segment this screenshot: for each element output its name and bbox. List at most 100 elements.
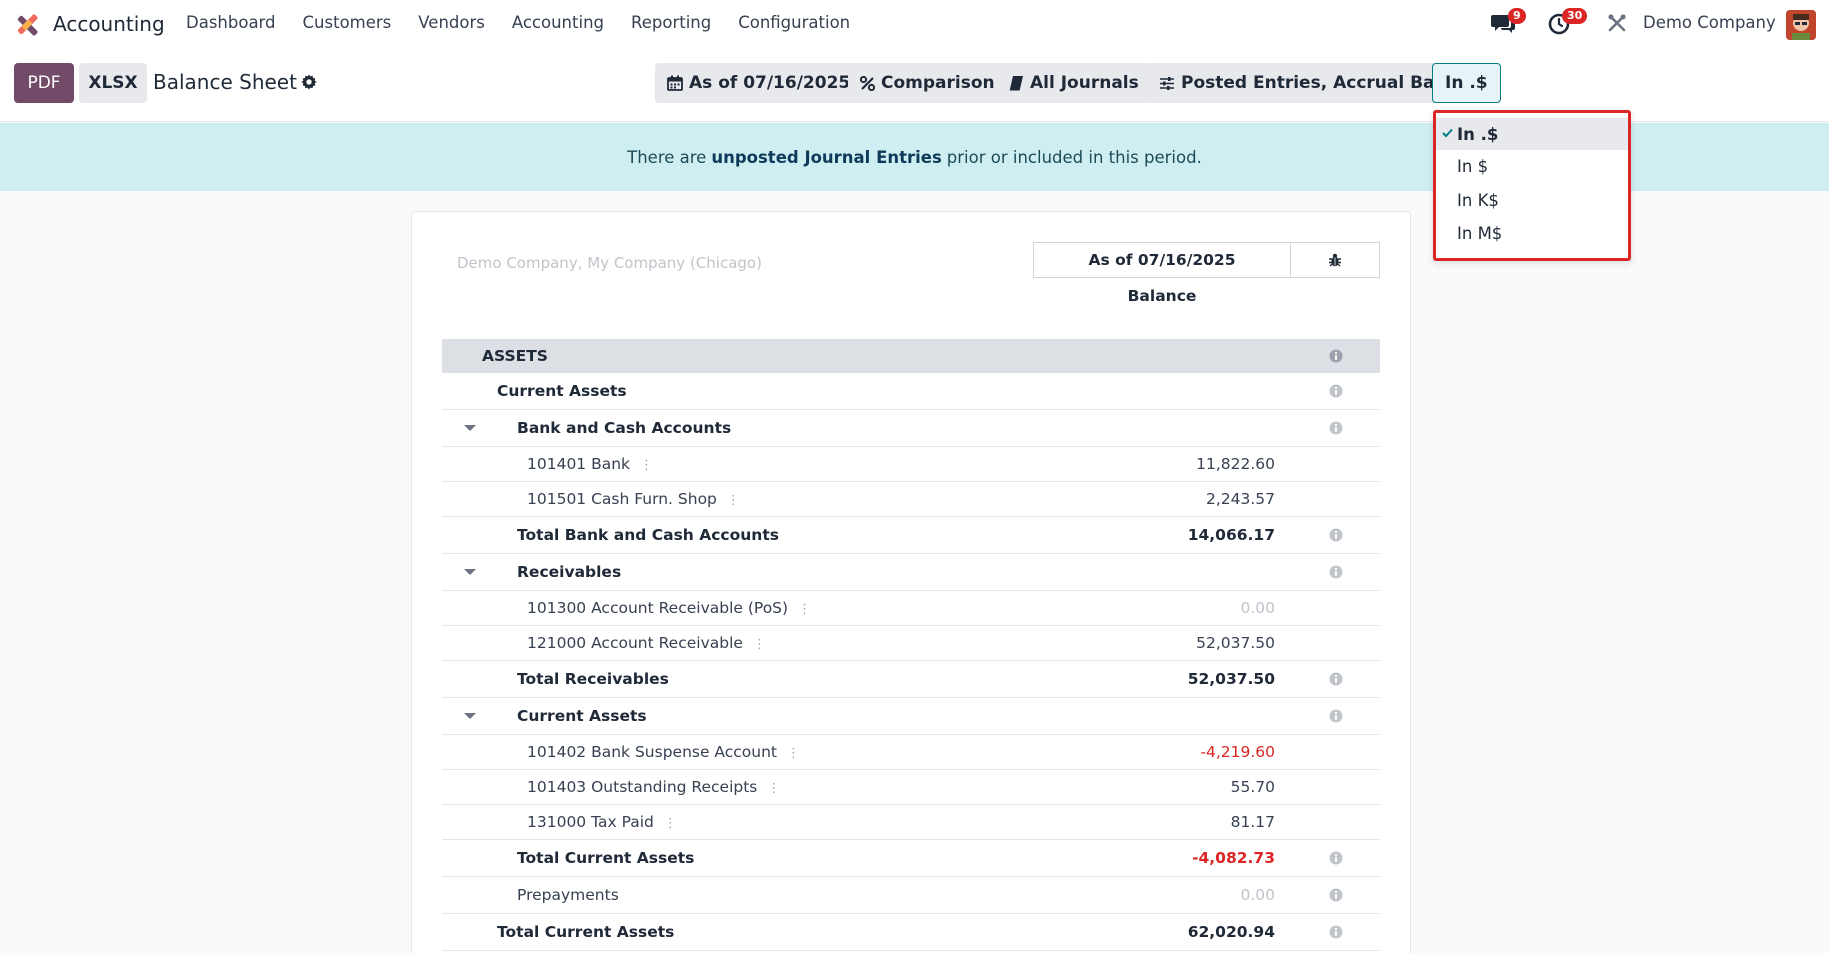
report-line-group[interactable]: Bank and Cash Accounts — [442, 410, 1380, 447]
line-label: Total Receivables — [517, 670, 669, 688]
accounting-app-icon[interactable] — [14, 12, 40, 38]
report-line-account[interactable]: 101401 Bank ⋮ 11,822.60 — [442, 447, 1380, 482]
unit-option[interactable]: In M$ — [1436, 217, 1628, 249]
unit-dropdown-menu: In .$ In $ In K$ In M$ — [1433, 110, 1631, 261]
unit-option-label: In K$ — [1457, 190, 1499, 210]
messages-count-badge: 9 — [1508, 8, 1526, 24]
report-line-group[interactable]: Prepayments 0.00 — [442, 877, 1380, 914]
kebab-menu-icon[interactable]: ⋮ — [640, 458, 653, 473]
info-icon[interactable] — [1329, 851, 1343, 865]
percent-icon — [860, 75, 875, 91]
collapse-caret-icon[interactable] — [464, 713, 476, 719]
line-label: Receivables — [517, 563, 622, 581]
info-icon[interactable] — [1329, 384, 1343, 398]
menu-reporting[interactable]: Reporting — [631, 13, 711, 32]
line-label: 101402 Bank Suspense Account — [527, 743, 778, 761]
menu-customers[interactable]: Customers — [303, 13, 392, 32]
report-line-account[interactable]: 121000 Account Receivable ⋮ 52,037.50 — [442, 626, 1380, 661]
line-label: Total Current Assets — [497, 923, 675, 941]
unit-option-label: In M$ — [1457, 223, 1503, 243]
main-menu: Dashboard Customers Vendors Accounting R… — [186, 13, 850, 32]
entries-filter-button[interactable]: Posted Entries, Accrual Basis — [1147, 63, 1473, 103]
line-value[interactable]: 0.00 — [1240, 599, 1275, 617]
info-icon[interactable] — [1329, 925, 1343, 939]
xlsx-button[interactable]: XLSX — [79, 63, 147, 103]
info-icon[interactable] — [1329, 528, 1343, 542]
report-line-account[interactable]: 131000 Tax Paid ⋮ 81.17 — [442, 805, 1380, 840]
report-line-total[interactable]: Total Bank and Cash Accounts 14,066.17 — [442, 517, 1380, 554]
balance-column-label: Balance — [1127, 287, 1197, 305]
user-avatar[interactable] — [1786, 10, 1816, 40]
unit-option-label: In .$ — [1457, 124, 1499, 144]
line-value[interactable]: 55.70 — [1231, 778, 1275, 796]
line-label: 101501 Cash Furn. Shop — [527, 490, 717, 508]
line-label: Current Assets — [497, 382, 627, 400]
line-value[interactable]: 52,037.50 — [1196, 634, 1275, 652]
report-card: Demo Company, My Company (Chicago) As of… — [411, 211, 1411, 953]
app-name[interactable]: Accounting — [53, 12, 165, 36]
line-label: 121000 Account Receivable — [527, 634, 743, 652]
line-label: ASSETS — [482, 347, 548, 365]
top-navbar: Accounting Dashboard Customers Vendors A… — [0, 0, 1829, 48]
kebab-menu-icon[interactable]: ⋮ — [727, 493, 740, 508]
unposted-entries-link[interactable]: unposted Journal Entries — [711, 148, 941, 167]
line-value: 52,037.50 — [1187, 670, 1275, 688]
report-line-account[interactable]: 101300 Account Receivable (PoS) ⋮ 0.00 — [442, 591, 1380, 626]
info-icon[interactable] — [1329, 709, 1343, 723]
book-icon — [1009, 76, 1023, 91]
unit-option[interactable]: In K$ — [1436, 184, 1628, 216]
report-line-group[interactable]: Current Assets — [442, 373, 1380, 410]
report-line-group[interactable]: Receivables — [442, 554, 1380, 591]
debug-column-header[interactable] — [1291, 242, 1380, 278]
unit-option[interactable]: In $ — [1436, 150, 1628, 182]
line-label: 101403 Outstanding Receipts — [527, 778, 758, 796]
alert-text-before: There are — [627, 147, 707, 167]
alert-text-after: prior or included in this period. — [946, 147, 1202, 167]
unit-filter-button[interactable]: In .$ — [1432, 63, 1501, 103]
report-line-total[interactable]: Total Current Assets -4,082.73 — [442, 840, 1380, 877]
line-label: 101300 Account Receivable (PoS) — [527, 599, 789, 617]
kebab-menu-icon[interactable]: ⋮ — [753, 637, 766, 652]
company-switcher[interactable]: Demo Company — [1643, 13, 1776, 32]
journals-filter-button[interactable]: All Journals — [997, 63, 1151, 103]
menu-vendors[interactable]: Vendors — [418, 13, 485, 32]
collapse-caret-icon[interactable] — [464, 425, 476, 431]
kebab-menu-icon[interactable]: ⋮ — [798, 602, 811, 617]
info-icon[interactable] — [1329, 888, 1343, 902]
report-line-account[interactable]: 101402 Bank Suspense Account ⋮ -4,219.60 — [442, 735, 1380, 770]
report-line-account[interactable]: 101501 Cash Furn. Shop ⋮ 2,243.57 — [442, 482, 1380, 517]
kebab-menu-icon[interactable]: ⋮ — [664, 816, 677, 831]
menu-configuration[interactable]: Configuration — [738, 13, 850, 32]
info-icon[interactable] — [1329, 565, 1343, 579]
report-line-total[interactable]: Total Receivables 52,037.50 — [442, 661, 1380, 698]
info-icon[interactable] — [1329, 421, 1343, 435]
info-icon[interactable] — [1329, 349, 1343, 363]
report-line-section[interactable]: ASSETS — [442, 339, 1380, 373]
debug-tools-icon[interactable] — [1607, 13, 1627, 33]
line-value[interactable]: 2,243.57 — [1206, 490, 1275, 508]
unit-label: In .$ — [1445, 73, 1488, 93]
pdf-button[interactable]: PDF — [14, 63, 74, 103]
unit-option[interactable]: In .$ — [1436, 118, 1628, 150]
menu-dashboard[interactable]: Dashboard — [186, 13, 276, 32]
check-icon — [1442, 128, 1453, 138]
line-value[interactable]: 11,822.60 — [1196, 455, 1275, 473]
report-line-account[interactable]: 101403 Outstanding Receipts ⋮ 55.70 — [442, 770, 1380, 805]
line-label: 131000 Tax Paid — [527, 813, 654, 831]
comparison-label: Comparison — [881, 73, 995, 93]
journals-label: All Journals — [1030, 73, 1139, 93]
column-date-header: As of 07/16/2025 — [1033, 242, 1291, 278]
line-value[interactable]: -4,219.60 — [1200, 743, 1275, 761]
report-line-group[interactable]: Current Assets — [442, 698, 1380, 735]
date-filter-button[interactable]: As of 07/16/2025 — [655, 63, 863, 103]
gear-icon[interactable] — [300, 73, 318, 91]
menu-accounting[interactable]: Accounting — [512, 13, 604, 32]
comparison-button[interactable]: Comparison — [848, 63, 1007, 103]
kebab-menu-icon[interactable]: ⋮ — [767, 781, 780, 796]
collapse-caret-icon[interactable] — [464, 569, 476, 575]
info-icon[interactable] — [1329, 672, 1343, 686]
line-value[interactable]: 81.17 — [1231, 813, 1275, 831]
sliders-icon — [1160, 76, 1174, 90]
report-line-total[interactable]: Total Current Assets 62,020.94 — [442, 914, 1380, 951]
kebab-menu-icon[interactable]: ⋮ — [787, 746, 800, 761]
